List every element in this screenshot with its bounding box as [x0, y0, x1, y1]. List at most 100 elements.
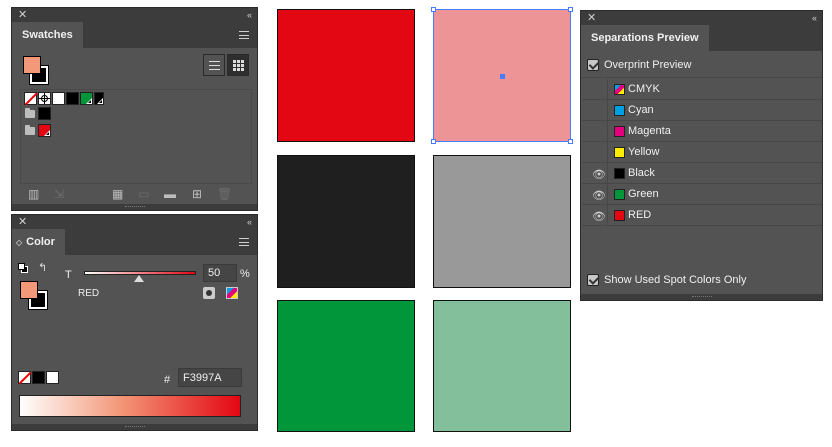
new-color-group-icon[interactable]: ▬: [164, 188, 176, 200]
color-panel: ✕ ‹‹ ◇ Color ↰ T 50 % RED # F3997A: [11, 214, 258, 431]
color-name-label: RED: [78, 288, 100, 299]
white-swatch[interactable]: [46, 371, 59, 384]
resize-grip[interactable]: [12, 204, 257, 210]
group-swatch-black[interactable]: [38, 107, 51, 120]
row-divider: [607, 79, 608, 100]
close-icon[interactable]: ✕: [18, 8, 27, 22]
selection-handle[interactable]: [431, 139, 436, 144]
panel-menu-icon[interactable]: [239, 238, 249, 246]
cyan-swatch: [614, 105, 625, 116]
spot-color-icon: [86, 98, 92, 104]
yellow-swatch: [614, 147, 625, 158]
tab-separations-preview[interactable]: Separations Preview: [581, 25, 709, 51]
swatch-none[interactable]: [24, 92, 37, 105]
green-swatch: [614, 189, 625, 200]
none-swatch[interactable]: [18, 371, 31, 384]
selection-handle[interactable]: [431, 7, 436, 12]
close-icon[interactable]: ✕: [18, 215, 27, 229]
selection-handle[interactable]: [568, 7, 573, 12]
swatch-list: [20, 89, 252, 184]
delete-swatch-icon[interactable]: 🗑: [217, 188, 232, 200]
separation-label: RED: [628, 209, 652, 221]
color-group-folder-icon[interactable]: [25, 125, 35, 135]
pink-square[interactable]: [431, 7, 573, 144]
overprint-preview-checkbox[interactable]: [587, 59, 599, 71]
list-view-button[interactable]: [203, 54, 225, 76]
resize-grip[interactable]: [581, 294, 822, 300]
percent-label: %: [240, 268, 250, 280]
out-of-gamut-icon[interactable]: [203, 287, 215, 299]
place-swatches-icon[interactable]: ⇲: [54, 188, 64, 200]
show-swatch-kinds-icon[interactable]: ▦: [112, 188, 123, 200]
separation-row-green[interactable]: 👁 Green: [582, 184, 822, 205]
separation-label: Yellow: [628, 146, 660, 158]
separation-row-magenta[interactable]: Magenta: [582, 121, 822, 142]
tint-slider-handle[interactable]: [134, 275, 144, 282]
red-swatch: [614, 210, 625, 221]
close-icon[interactable]: ✕: [587, 11, 596, 25]
separation-label: Black: [628, 167, 655, 179]
swatch-libraries-icon[interactable]: ▥: [28, 188, 39, 200]
separations-panel-topbar[interactable]: ✕ ‹‹: [581, 11, 822, 25]
panel-menu-icon[interactable]: [239, 31, 249, 39]
separation-row-red[interactable]: 👁 RED: [582, 205, 822, 226]
group-swatch-red[interactable]: [38, 124, 51, 137]
swatches-panel-topbar[interactable]: ✕ ‹‹: [12, 8, 257, 22]
swatch-options-icon[interactable]: ▭: [138, 188, 149, 200]
color-group-folder-icon[interactable]: [25, 108, 35, 118]
row-divider: [607, 142, 608, 163]
fill-swatch[interactable]: [20, 281, 38, 299]
show-used-spot-colors-label: Show Used Spot Colors Only: [604, 274, 747, 286]
swatch-registration[interactable]: [38, 92, 51, 105]
green-square[interactable]: [277, 300, 415, 432]
eye-icon[interactable]: 👁: [592, 168, 606, 181]
list-view-icon: [209, 61, 220, 70]
swatch-green[interactable]: [80, 92, 93, 105]
cmyk-icon: [614, 84, 625, 95]
gray-square[interactable]: [433, 155, 571, 288]
show-used-spot-colors-checkbox[interactable]: [587, 274, 599, 286]
separation-row-black[interactable]: 👁 Black: [582, 163, 822, 184]
registration-icon: [39, 93, 50, 104]
red-square[interactable]: [277, 9, 415, 142]
swatch-black[interactable]: [66, 92, 79, 105]
swatch-white[interactable]: [52, 92, 65, 105]
separation-label: Green: [628, 188, 659, 200]
light-green-square[interactable]: [433, 300, 571, 432]
tint-label: T: [65, 269, 72, 281]
magenta-swatch: [614, 126, 625, 137]
tab-color[interactable]: ◇ Color: [12, 229, 65, 255]
grid-view-icon: [233, 60, 244, 71]
black-square[interactable]: [277, 155, 415, 288]
black-swatch: [614, 168, 625, 179]
color-panel-topbar[interactable]: ✕ ‹‹: [12, 215, 257, 229]
center-point: [500, 74, 505, 79]
collapse-icon[interactable]: ‹‹: [247, 8, 252, 22]
fill-swatch[interactable]: [23, 56, 41, 74]
eye-icon[interactable]: 👁: [592, 189, 606, 202]
row-divider: [607, 163, 608, 184]
default-fill-stroke-icon[interactable]: [18, 263, 28, 273]
spot-color-icon: [44, 130, 50, 136]
separation-row-cyan[interactable]: Cyan: [582, 100, 822, 121]
cmyk-mode-icon[interactable]: [226, 287, 238, 299]
selection-handle[interactable]: [568, 139, 573, 144]
hex-value-field[interactable]: F3997A: [178, 368, 242, 387]
swap-fill-stroke-icon[interactable]: ↰: [38, 261, 47, 274]
row-divider: [607, 121, 608, 142]
new-swatch-icon[interactable]: ⊞: [192, 188, 202, 200]
color-spectrum-ramp[interactable]: [19, 395, 241, 417]
separation-row-yellow[interactable]: Yellow: [582, 142, 822, 163]
row-divider: [607, 205, 608, 226]
separation-row-cmyk[interactable]: CMYK: [582, 79, 822, 100]
thumbnail-view-button[interactable]: [227, 54, 249, 76]
eye-icon[interactable]: 👁: [592, 210, 606, 223]
black-swatch[interactable]: [32, 371, 45, 384]
swatch-extra-black[interactable]: [94, 92, 104, 105]
collapse-icon[interactable]: ‹‹: [247, 215, 252, 229]
tab-swatches[interactable]: Swatches: [12, 22, 83, 48]
tint-value-field[interactable]: 50: [203, 264, 237, 282]
collapse-icon[interactable]: ‹‹: [812, 11, 817, 25]
resize-grip[interactable]: [12, 424, 257, 430]
separation-label: Cyan: [628, 104, 654, 116]
